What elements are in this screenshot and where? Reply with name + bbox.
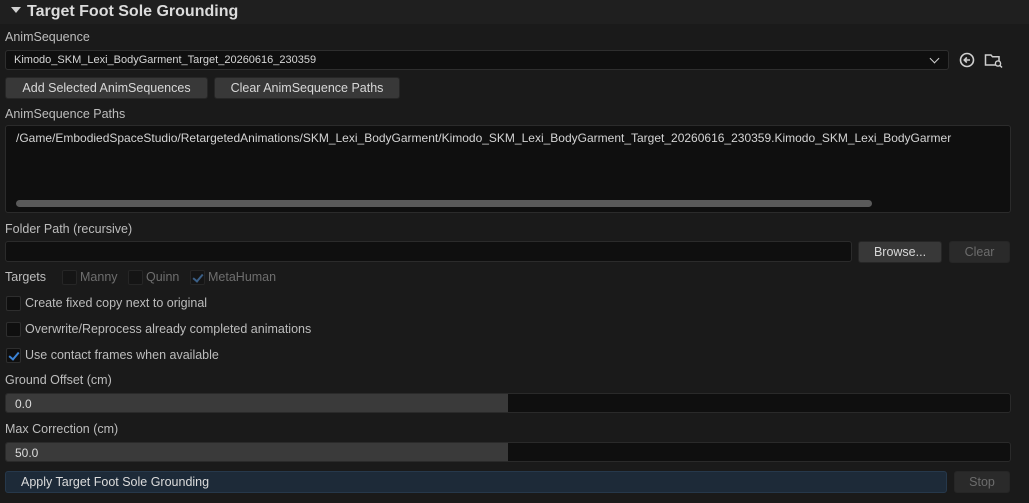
anim-sequence-label: AnimSequence <box>5 30 90 44</box>
browse-button[interactable]: Browse... <box>858 241 942 263</box>
anim-sequence-selected: Kimodo_SKM_Lexi_BodyGarment_Target_20260… <box>14 54 317 66</box>
use-contact-frames-label: Use contact frames when available <box>25 348 219 362</box>
apply-button-label: Apply Target Foot Sole Grounding <box>21 475 210 489</box>
ground-offset-value: 0.0 <box>15 397 32 411</box>
overwrite-reprocess-checkbox[interactable] <box>6 322 21 337</box>
ground-offset-fill <box>6 394 508 412</box>
stop-button[interactable]: Stop <box>954 471 1010 493</box>
path-item: /Game/EmbodiedSpaceStudio/RetargetedAnim… <box>16 131 952 145</box>
use-contact-frames-checkbox[interactable] <box>6 348 21 363</box>
anim-sequence-paths-textarea[interactable]: /Game/EmbodiedSpaceStudio/RetargetedAnim… <box>5 125 1011 213</box>
targets-label: Targets <box>5 270 46 284</box>
add-selected-anim-sequences-button[interactable]: Add Selected AnimSequences <box>5 77 208 99</box>
arrow-left-circle-icon[interactable] <box>957 50 977 70</box>
checkmark-icon <box>192 271 204 283</box>
target-metahuman-label: MetaHuman <box>208 270 277 284</box>
horizontal-scrollbar[interactable] <box>16 200 872 207</box>
chevron-down-icon <box>929 53 940 64</box>
create-fixed-copy-checkbox[interactable] <box>6 296 21 311</box>
create-fixed-copy-label: Create fixed copy next to original <box>25 296 208 310</box>
collapse-arrow-icon[interactable] <box>11 7 21 13</box>
section-header[interactable]: Target Foot Sole Grounding <box>0 0 1029 24</box>
checkmark-icon <box>8 349 20 361</box>
target-manny-checkbox[interactable] <box>62 270 77 285</box>
max-correction-slider[interactable]: 50.0 <box>5 442 1011 462</box>
folder-path-input[interactable] <box>5 241 852 262</box>
anim-sequence-paths-label: AnimSequence Paths <box>5 107 126 121</box>
max-correction-value: 50.0 <box>15 446 39 460</box>
section-title: Target Foot Sole Grounding <box>27 3 239 20</box>
target-quinn-checkbox[interactable] <box>128 270 143 285</box>
apply-target-foot-sole-grounding-button[interactable]: Apply Target Foot Sole Grounding <box>5 471 947 493</box>
folder-path-label: Folder Path (recursive) <box>5 222 133 236</box>
clear-folder-button[interactable]: Clear <box>949 241 1010 263</box>
ground-offset-label: Ground Offset (cm) <box>5 373 112 387</box>
target-metahuman-checkbox[interactable] <box>190 270 205 285</box>
overwrite-reprocess-label: Overwrite/Reprocess already completed an… <box>25 322 312 336</box>
browse-folder-icon[interactable] <box>983 50 1003 70</box>
max-correction-label: Max Correction (cm) <box>5 422 119 436</box>
target-manny-label: Manny <box>80 270 118 284</box>
ground-offset-slider[interactable]: 0.0 <box>5 393 1011 413</box>
max-correction-fill <box>6 443 508 461</box>
anim-sequence-combo[interactable]: Kimodo_SKM_Lexi_BodyGarment_Target_20260… <box>5 50 949 70</box>
target-quinn-label: Quinn <box>146 270 180 284</box>
clear-anim-sequence-paths-button[interactable]: Clear AnimSequence Paths <box>214 77 400 99</box>
